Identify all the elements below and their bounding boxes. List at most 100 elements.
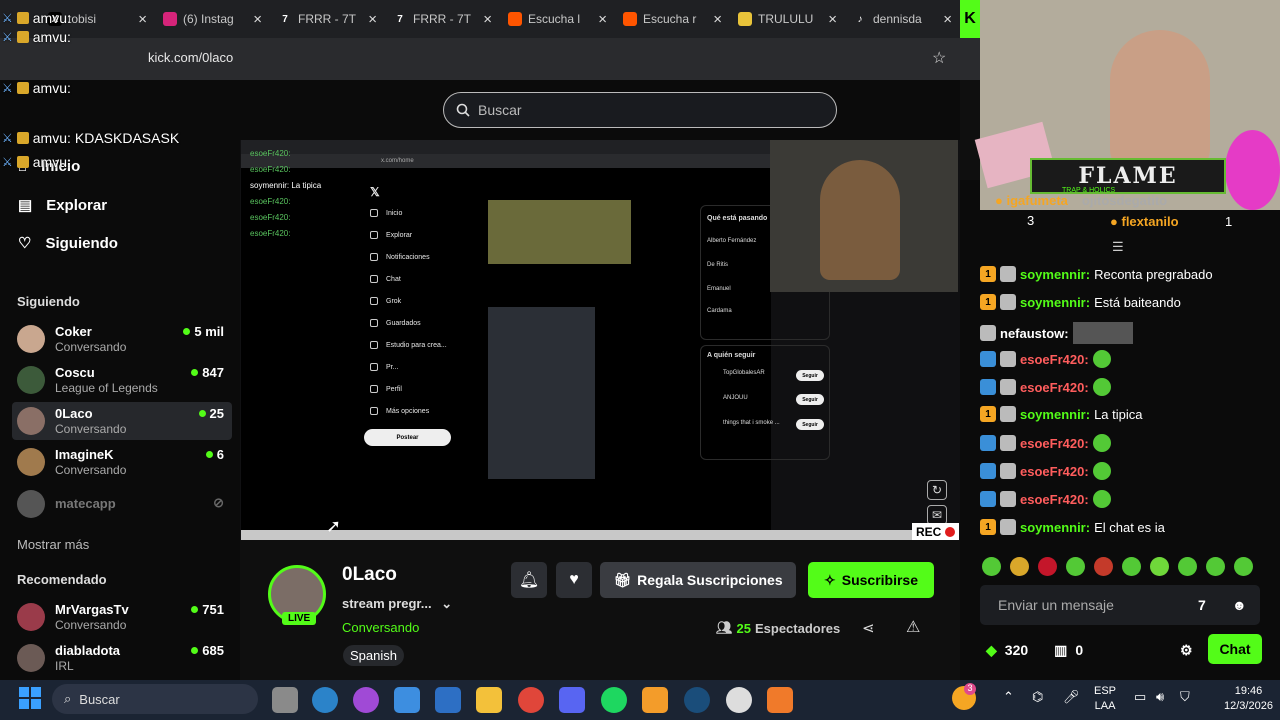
stream-category[interactable]: Conversando — [342, 620, 419, 635]
nav-following[interactable]: ♡ Siguiendo — [18, 234, 118, 253]
sidebar-channel[interactable]: Coker Conversando 5 mil — [12, 320, 232, 358]
volume-icon[interactable]: 🔊︎ — [1156, 689, 1164, 705]
browser-tab[interactable]: TRULULU × — [730, 4, 845, 34]
gift-subs-button[interactable]: 🎁︎ Regala Suscripciones — [600, 562, 796, 598]
edge-icon[interactable] — [312, 687, 338, 713]
soundcloud-icon — [508, 12, 522, 26]
browser-tab[interactable]: (6) Instag × — [155, 4, 270, 34]
shield-icon[interactable]: ⛉ — [1180, 689, 1190, 705]
url-field[interactable]: kick.com/0laco — [148, 50, 233, 65]
chat-message: nefaustow: — [980, 322, 1133, 344]
emote-badge-icon — [1000, 266, 1016, 282]
kick-tab-icon[interactable]: K — [960, 0, 980, 38]
settings-gear-icon[interactable]: ⚙ — [1180, 642, 1193, 659]
mic-icon[interactable]: 🎤︎ — [1063, 689, 1080, 705]
top-gifter-count: 3 — [1027, 213, 1035, 228]
emote-button[interactable] — [1234, 557, 1253, 576]
close-tab-icon[interactable]: × — [368, 11, 377, 28]
copilot-icon[interactable] — [353, 687, 379, 713]
7tv-icon[interactable]: 7 — [1198, 597, 1206, 613]
browser-tab[interactable]: 7 FRRR - 7T × — [270, 4, 385, 34]
close-tab-icon[interactable]: × — [943, 11, 952, 28]
close-tab-icon[interactable]: × — [253, 11, 262, 28]
sidebar-channel[interactable]: diabladota IRL 685 — [12, 639, 232, 677]
close-tab-icon[interactable]: × — [598, 11, 607, 28]
overlay-chat-line: ⚔ amvu: KDASKDASASK — [2, 130, 180, 146]
sidebar-channel[interactable]: ImagineK Conversando 6 — [12, 443, 232, 481]
store-icon[interactable] — [394, 687, 420, 713]
discord-icon[interactable] — [559, 687, 585, 713]
chat-message: esoeFr420: — [980, 378, 1111, 396]
close-tab-icon[interactable]: × — [713, 11, 722, 28]
nav-explore[interactable]: ▤ Explorar — [18, 196, 107, 215]
report-icon[interactable]: ⚠ — [906, 617, 920, 637]
chevron-down-icon[interactable]: ⌄ — [441, 596, 452, 611]
show-more-link[interactable]: Mostrar más — [17, 537, 89, 552]
emote-button[interactable] — [1206, 557, 1225, 576]
message-icon[interactable]: ✉ — [927, 505, 947, 525]
folder-icon — [738, 12, 752, 26]
sidebar-channel[interactable]: MrVargasTv Conversando 751 — [12, 598, 232, 636]
spotify-icon[interactable] — [601, 687, 627, 713]
emote-button[interactable] — [1178, 557, 1197, 576]
emote-button[interactable] — [1150, 557, 1169, 576]
expand-gifters-icon[interactable]: ☰ — [1112, 239, 1124, 255]
display-icon[interactable]: ▭ — [1134, 689, 1146, 705]
notification-bell-button[interactable]: 🔔︎ — [511, 562, 547, 598]
input-language[interactable]: ESP LAA — [1094, 684, 1116, 714]
chevron-up-icon[interactable]: ⌃ — [1003, 689, 1014, 705]
close-tab-icon[interactable]: × — [483, 11, 492, 28]
sidebar-channel-offline[interactable]: matecapp ⊘ — [12, 485, 232, 523]
emote-button[interactable] — [1094, 557, 1113, 576]
fl-studio-icon[interactable] — [767, 687, 793, 713]
clip-icon[interactable]: ↻ — [927, 480, 947, 500]
rec-indicator: REC — [912, 523, 960, 540]
stream-title[interactable]: stream pregr... ⌄ — [342, 596, 452, 612]
taskbar-clock[interactable]: 19:46 12/3/2026 — [1224, 684, 1273, 714]
streamer-name[interactable]: 0Laco — [342, 564, 397, 586]
sidebar-channel-selected[interactable]: 0Laco Conversando 25 — [12, 402, 232, 440]
emote-badge-icon — [1000, 351, 1016, 367]
file-icon[interactable] — [272, 687, 298, 713]
browser-tab[interactable]: 7 FRRR - 7T × — [385, 4, 500, 34]
browser-tab[interactable]: Escucha l × — [500, 4, 615, 34]
emote-button[interactable] — [982, 557, 1001, 576]
steam-icon[interactable] — [684, 687, 710, 713]
windows-start-icon[interactable] — [19, 687, 41, 709]
subscribe-button[interactable]: ✧ Suscribirse — [808, 562, 934, 598]
emote-button[interactable] — [1122, 557, 1141, 576]
emote-button[interactable] — [1038, 557, 1057, 576]
x-nav-item: Chat — [370, 275, 401, 283]
viewer-count: 25 — [198, 406, 224, 421]
emoji-icon[interactable]: ☻ — [1232, 597, 1247, 613]
send-chat-button[interactable]: Chat — [1208, 634, 1262, 664]
viewer-count: 5 mil — [183, 324, 224, 339]
folder-icon[interactable] — [476, 687, 502, 713]
live-dot-icon — [191, 606, 199, 613]
studio-icon — [370, 341, 378, 349]
taskbar-search[interactable]: ⌕ Buscar — [52, 684, 258, 714]
close-tab-icon[interactable]: × — [138, 11, 147, 28]
browser-tab[interactable]: ♪ dennisda × — [845, 4, 960, 34]
sidebar-channel[interactable]: Coscu League of Legends 847 — [12, 361, 232, 399]
cloud-icon[interactable] — [642, 687, 668, 713]
follow-heart-button[interactable]: ♥ — [556, 562, 592, 598]
overlay-chat-line: ⚔ amvu: — [2, 80, 71, 96]
emote-badge-icon — [980, 325, 996, 341]
obs-icon[interactable] — [726, 687, 752, 713]
chat-input[interactable]: Enviar un mensaje 7 ☻ — [980, 585, 1260, 625]
chrome-icon[interactable] — [518, 687, 544, 713]
outlook-icon[interactable] — [435, 687, 461, 713]
bookmark-star-icon[interactable]: ☆ — [932, 48, 946, 68]
network-icon[interactable]: ⌬ — [1032, 689, 1043, 705]
sword-badge-icon — [980, 435, 996, 451]
emote-image — [1092, 378, 1111, 396]
emote-button[interactable] — [1010, 557, 1029, 576]
language-tag[interactable]: Spanish — [343, 645, 404, 666]
close-tab-icon[interactable]: × — [828, 11, 837, 28]
search-input[interactable]: Buscar — [443, 92, 837, 128]
browser-tab[interactable]: Escucha r × — [615, 4, 730, 34]
share-icon[interactable]: ⋖ — [862, 619, 875, 637]
sword-badge-icon — [980, 463, 996, 479]
emote-button[interactable] — [1066, 557, 1085, 576]
